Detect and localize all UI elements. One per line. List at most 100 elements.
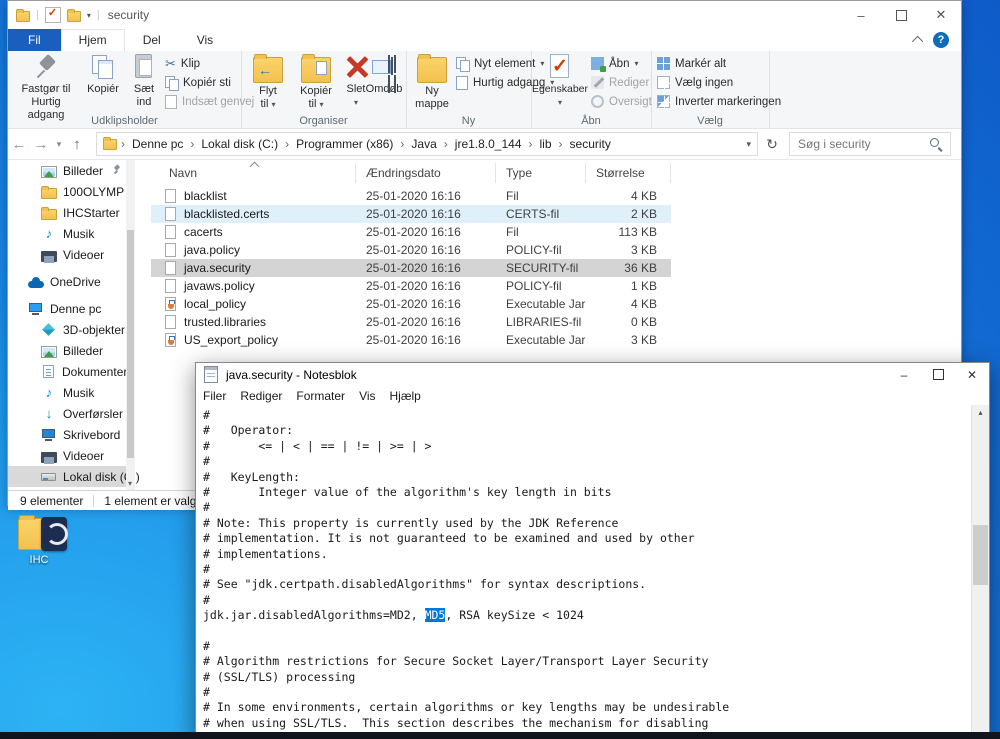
sidebar-item-skrivebord[interactable]: Skrivebord [8,424,134,445]
menu-rediger[interactable]: Rediger [233,389,289,403]
pin-to-quick-access-button[interactable]: Fastgør tilHurtig adgang [12,53,80,122]
notepad-scrollbar[interactable]: ▴ [971,405,989,738]
sidebar-item-100olymp[interactable]: 100OLYMP [8,181,134,202]
sidebar-item-overf-rsler[interactable]: ↓Overførsler [8,403,134,424]
column-header-st-rrelse[interactable]: Størrelse [586,163,671,183]
select-none-button[interactable]: Vælg ingen [657,73,767,92]
history-button[interactable]: Oversigt [591,92,649,111]
notepad-scroll-up-icon[interactable]: ▴ [972,408,989,417]
file-row-trusted-libraries[interactable]: trusted.libraries25-01-2020 16:16LIBRARI… [151,313,671,331]
notepad-minimize-button[interactable]: – [887,363,921,386]
breadcrumb-item-java[interactable]: Java [404,137,443,151]
properties-button[interactable]: ✓ Egenskaber▾ [531,53,589,109]
file-row-local-policy[interactable]: local_policy25-01-2020 16:16Executable J… [151,295,671,313]
sidebar-item-lokal-disk-c[interactable]: Lokal disk (C:) [8,466,134,487]
file-size-cell: 113 KB [586,225,671,239]
cut-button[interactable]: ✂Klip [165,54,238,73]
nav-scroll-down-icon[interactable]: ▾ [124,479,136,488]
properties-qat-icon[interactable]: ✓ [45,7,61,23]
up-icon[interactable]: ↑ [66,136,88,153]
sidebar-item-musik[interactable]: ♪Musik [8,223,134,244]
breadcrumb-item-security[interactable]: security [563,137,618,151]
edit-button[interactable]: Rediger [591,73,649,92]
notepad-close-button[interactable]: ✕ [955,363,989,386]
sidebar-item-videoer[interactable]: Videoer [8,445,134,466]
file-row-us-export-policy[interactable]: US_export_policy25-01-2020 16:16Executab… [151,331,671,349]
menu-hj-lp[interactable]: Hjælp [383,389,428,403]
menu-formater[interactable]: Formater [289,389,352,403]
breadcrumb-item-programmer-x86[interactable]: Programmer (x86) [289,137,400,151]
tab-del[interactable]: Del [125,29,179,51]
nav-scrollbar-thumb[interactable] [127,230,134,458]
notepad-line: # [203,454,972,469]
breadcrumb-item-lokal-disk-c[interactable]: Lokal disk (C:) [194,137,285,151]
file-row-cacerts[interactable]: cacerts25-01-2020 16:16Fil113 KB [151,223,671,241]
paste-shortcut-button[interactable]: Indsæt genvej [165,92,238,111]
forward-icon[interactable]: → [30,136,52,153]
search-input[interactable]: Søg i security [789,132,951,156]
sidebar-item-musik[interactable]: ♪Musik [8,382,134,403]
notepad-text-area[interactable]: ## Operator:# <= | < | == | != | >= | >#… [196,405,972,738]
file-row-blacklist[interactable]: blacklist25-01-2020 16:16Fil4 KB [151,187,671,205]
edit-icon [591,76,604,89]
back-icon[interactable]: ← [8,136,30,153]
sidebar-item-onedrive[interactable]: OneDrive [8,271,134,292]
file-name: blacklist [184,189,227,203]
collapse-ribbon-icon[interactable] [912,36,923,47]
file-date-cell: 25-01-2020 16:16 [356,279,496,293]
refresh-icon[interactable]: ↻ [762,132,782,156]
notepad-scrollbar-thumb[interactable] [973,525,988,585]
new-folder-button[interactable]: Nymappe [410,53,454,111]
sidebar-item-videoer[interactable]: Videoer [8,244,134,265]
breadcrumb[interactable]: ›Denne pc›Lokal disk (C:)›Programmer (x8… [96,132,758,156]
file-row-java-security[interactable]: java.security25-01-2020 16:16SECURITY-fi… [151,259,671,277]
tab-hjem[interactable]: Hjem [61,29,125,51]
sidebar-item-billeder[interactable]: Billeder [8,160,134,181]
close-button[interactable]: ✕ [921,1,961,29]
breadcrumb-item-denne-pc[interactable]: Denne pc [125,137,190,151]
tab-fil[interactable]: Fil [8,29,61,51]
tab-vis[interactable]: Vis [179,29,231,51]
paste-button[interactable]: Sætind [126,53,162,109]
column-header-navn[interactable]: Navn [151,163,356,183]
new-item-button[interactable]: Nyt element▾ [456,54,529,73]
breadcrumb-item-jre1-8-0-144[interactable]: jre1.8.0_144 [448,137,529,151]
copy-to-button[interactable]: Kopiértil ▾ [293,53,339,111]
sidebar-item-dokumenter[interactable]: Dokumenter [8,361,134,382]
select-all-button[interactable]: Markér alt [657,54,767,73]
column-header-ndringsdato[interactable]: Ændringsdato [356,163,496,183]
file-row-java-policy[interactable]: java.policy25-01-2020 16:16POLICY-fil3 K… [151,241,671,259]
maximize-button[interactable] [881,1,921,29]
minimize-button[interactable]: – [841,1,881,29]
desktop-icon-ihc[interactable]: IHC [10,518,68,566]
rename-button[interactable]: Omdøb [363,53,405,96]
help-icon[interactable]: ? [933,32,949,48]
open-button[interactable]: Åbn▾ [591,54,649,73]
copy-path-button[interactable]: Kopiér sti [165,73,238,92]
notepad-maximize-button[interactable] [921,363,955,386]
nav-scrollbar[interactable] [126,160,135,490]
taskbar[interactable] [0,732,1000,739]
sidebar-item-billeder[interactable]: Billeder [8,340,134,361]
invert-selection-button[interactable]: Inverter markeringen [657,92,767,111]
breadcrumb-item-lib[interactable]: lib [533,137,559,151]
sidebar-item-denne-pc[interactable]: Denne pc [8,298,134,319]
search-icon[interactable] [929,137,943,151]
new-folder-qat-icon[interactable] [67,11,81,22]
sidebar-item-ihcstarter[interactable]: IHCStarter [8,202,134,223]
file-row-javaws-policy[interactable]: javaws.policy25-01-2020 16:16POLICY-fil1… [151,277,671,295]
copy-button[interactable]: Kopiér [82,53,124,96]
group-label-organize: Organiser [241,115,406,127]
group-label-new: Ny [406,115,531,127]
menu-vis[interactable]: Vis [352,389,382,403]
recent-locations-caret-icon[interactable]: ▾ [52,139,66,150]
sidebar-item-3d-objekter[interactable]: 3D-objekter [8,319,134,340]
easy-access-button[interactable]: Hurtig adgang▾ [456,73,529,92]
menu-filer[interactable]: Filer [196,389,233,403]
move-to-button[interactable]: ← Flyttil ▾ [245,53,291,111]
qat-customize-caret-icon[interactable]: ▾ [87,11,91,20]
file-row-blacklisted-certs[interactable]: blacklisted.certs25-01-2020 16:16CERTS-f… [151,205,671,223]
ribbon-group-organize: ← Flyttil ▾ Kopiértil ▾ Slet▾ Omdøb Orga… [241,51,407,128]
address-dropdown-caret-icon[interactable]: ▾ [746,139,751,150]
column-header-type[interactable]: Type [496,163,586,183]
